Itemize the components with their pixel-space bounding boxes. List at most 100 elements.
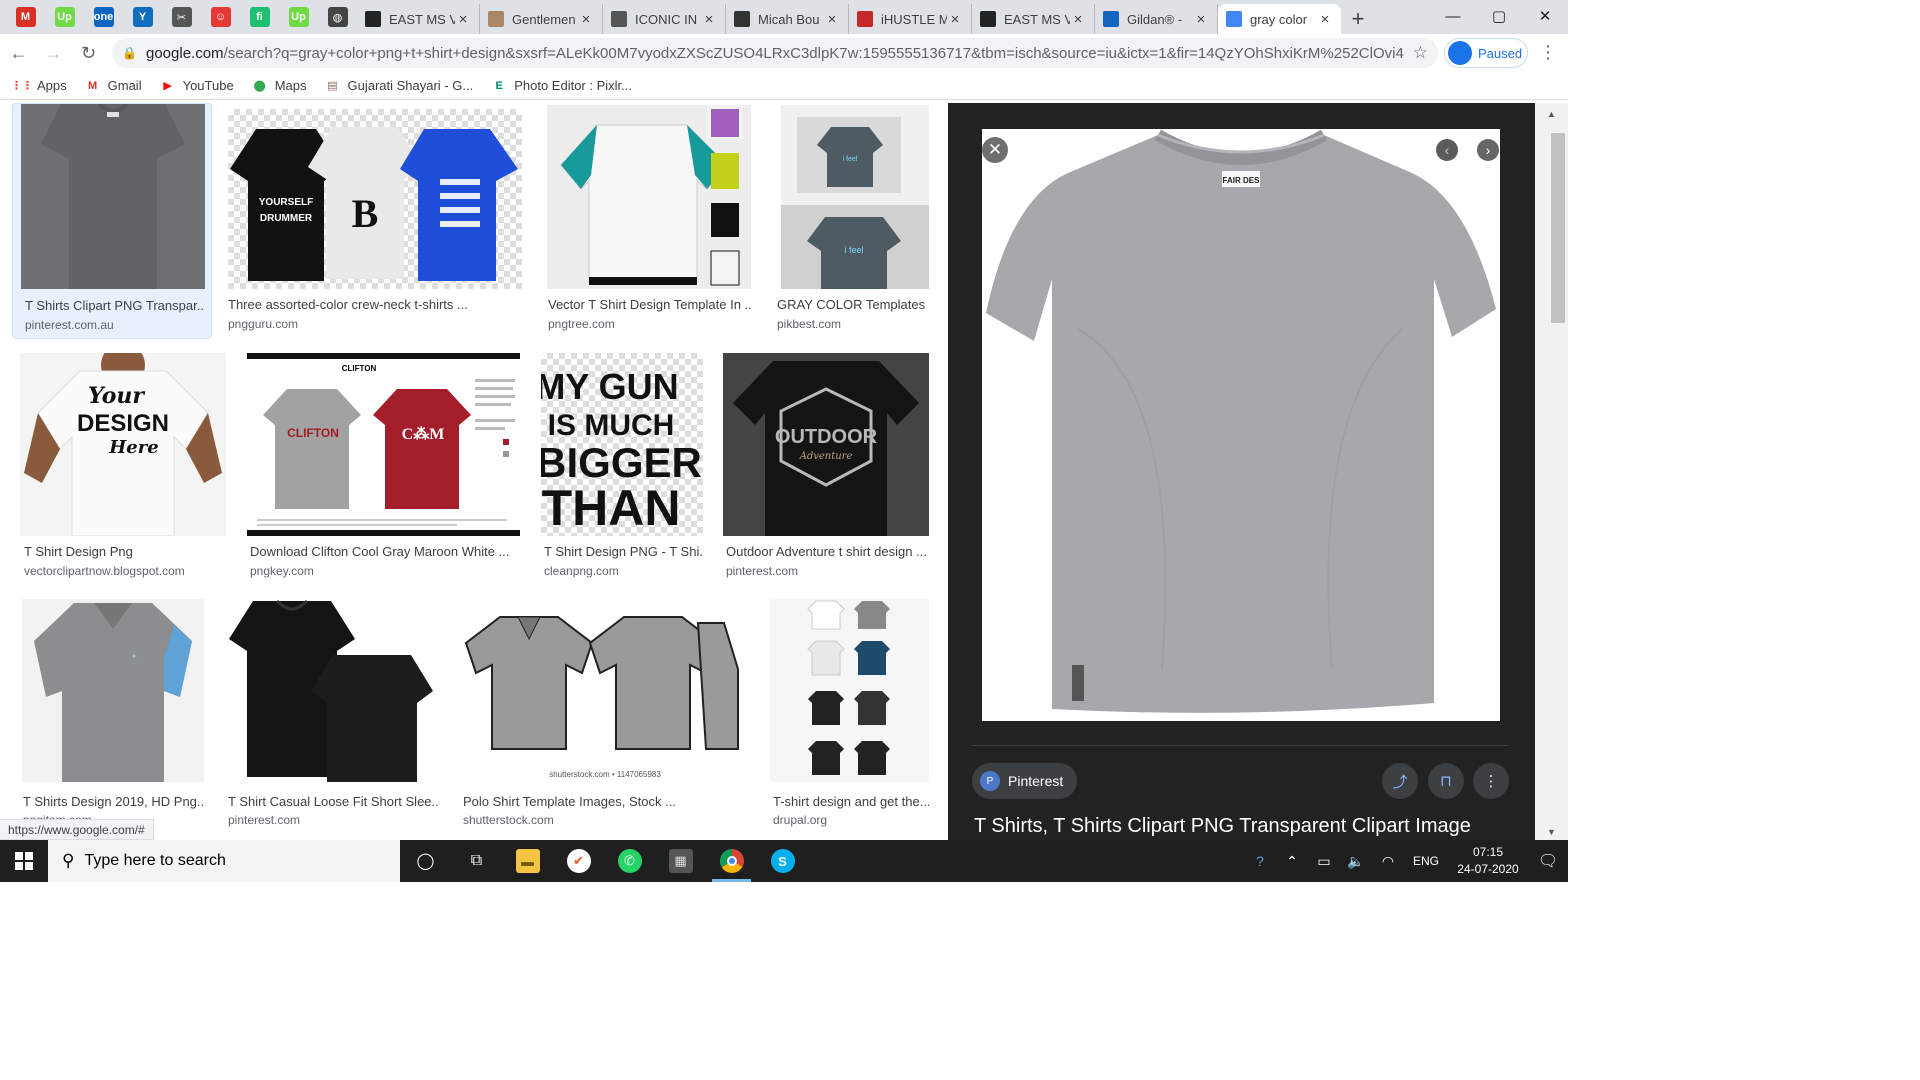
scrollbar-thumb[interactable] xyxy=(1551,133,1565,323)
result-source[interactable]: pikbest.com xyxy=(777,317,841,331)
share-icon[interactable]: ⤴ xyxy=(1382,763,1418,799)
next-image-button[interactable]: › xyxy=(1477,139,1499,161)
result-source[interactable]: pinterest.com.au xyxy=(25,318,114,332)
result-card[interactable]: T Shirt Casual Loose Fit Short Slee... p… xyxy=(225,599,439,831)
result-thumbnail[interactable] xyxy=(770,599,929,782)
pinned-tab[interactable]: Up xyxy=(279,0,318,34)
result-card[interactable]: T-shirt design and get the... drupal.org xyxy=(770,599,929,831)
pinned-tab[interactable]: ◍ xyxy=(318,0,357,34)
result-source[interactable]: cleanpng.com xyxy=(544,564,619,578)
source-chip[interactable]: P Pinterest xyxy=(972,763,1078,799)
result-title[interactable]: Outdoor Adventure t shirt design ... xyxy=(726,544,928,559)
tab-close-icon[interactable]: × xyxy=(1317,11,1333,28)
task-view-icon[interactable]: ⧉ xyxy=(451,840,502,882)
result-title[interactable]: GRAY COLOR Templates ... xyxy=(777,297,927,312)
pinned-tab[interactable]: ☺ xyxy=(201,0,240,34)
taskbar-clock[interactable]: 07:15 24-07-2020 xyxy=(1448,844,1528,878)
result-source[interactable]: pngtree.com xyxy=(548,317,615,331)
pinned-tab[interactable]: Up xyxy=(45,0,84,34)
show-hidden-icons-chevron-icon[interactable]: ⌃ xyxy=(1276,853,1308,870)
bookmark-item[interactable]: ⋮⋮ Apps xyxy=(11,78,67,94)
volume-icon[interactable]: 🔈 xyxy=(1340,853,1372,870)
result-card[interactable]: MY GUN IS MUCH BIGGER THAN T Shirt Desig… xyxy=(541,353,703,585)
result-title[interactable]: T Shirt Design Png xyxy=(24,544,224,559)
maximize-button[interactable]: ▢ xyxy=(1476,0,1522,32)
result-thumbnail[interactable]: MY GUN IS MUCH BIGGER THAN xyxy=(541,353,703,536)
result-card[interactable]: CLIFTON CLIFTON C⁂M Download Clifton Coo… xyxy=(247,353,520,585)
tab-close-icon[interactable]: × xyxy=(947,11,963,28)
result-source[interactable]: pngkey.com xyxy=(250,564,314,578)
tab-close-icon[interactable]: × xyxy=(701,11,717,28)
chrome-icon[interactable] xyxy=(706,840,757,882)
result-title[interactable]: Polo Shirt Template Images, Stock ... xyxy=(463,794,749,809)
new-tab-button[interactable]: + xyxy=(1341,4,1375,34)
result-source[interactable]: pngguru.com xyxy=(228,317,298,331)
previous-image-button[interactable]: ‹ xyxy=(1436,139,1458,161)
result-thumbnail[interactable] xyxy=(225,599,439,782)
pinned-tab[interactable]: M xyxy=(6,0,45,34)
browser-menu-icon[interactable]: ⋮ xyxy=(1536,42,1560,63)
result-source[interactable]: pinterest.com xyxy=(228,813,300,827)
result-thumbnail[interactable] xyxy=(21,104,205,289)
checklist-app-icon[interactable]: ✔ xyxy=(553,840,604,882)
pinned-tab[interactable]: one xyxy=(84,0,123,34)
calculator-icon[interactable]: ▦ xyxy=(655,840,706,882)
cortana-icon[interactable]: ◯ xyxy=(400,840,451,882)
result-card[interactable]: YOURSELF DRUMMER B Three assorted-color … xyxy=(228,103,522,339)
result-title[interactable]: Three assorted-color crew-neck t-shirts … xyxy=(228,297,522,312)
reload-button[interactable]: ↻ xyxy=(72,38,105,68)
result-source[interactable]: pinterest.com xyxy=(726,564,798,578)
close-preview-button[interactable]: ✕ xyxy=(982,137,1008,163)
result-card[interactable]: Vector T Shirt Design Template In ... pn… xyxy=(547,103,752,339)
result-thumbnail[interactable]: CLIFTON CLIFTON C⁂M xyxy=(247,353,520,536)
result-card[interactable]: Your DESIGN Here T Shirt Design Png vect… xyxy=(20,353,226,585)
tab-close-icon[interactable]: × xyxy=(824,11,840,28)
tab-close-icon[interactable]: × xyxy=(1193,11,1209,28)
browser-tab[interactable]: gray color × xyxy=(1218,4,1341,34)
result-thumbnail[interactable]: OUTDOOR Adventure xyxy=(723,353,929,536)
save-bookmark-icon[interactable]: ⊓ xyxy=(1428,763,1464,799)
result-thumbnail[interactable]: ✦ xyxy=(22,599,204,782)
file-explorer-icon[interactable]: ▬ xyxy=(502,840,553,882)
browser-tab[interactable]: Micah Bou × xyxy=(726,4,849,34)
pinned-tab[interactable]: fi xyxy=(240,0,279,34)
result-card[interactable]: shutterstock.com • 1147065983 Polo Shirt… xyxy=(460,599,750,831)
result-card[interactable]: i feel i feel GRAY COLOR Templates ... p… xyxy=(777,103,929,339)
windows-start-button[interactable] xyxy=(0,840,48,882)
result-source[interactable]: drupal.org xyxy=(773,813,827,827)
browser-tab[interactable]: iHUSTLE M × xyxy=(849,4,972,34)
tab-close-icon[interactable]: × xyxy=(578,11,594,28)
result-thumbnail[interactable]: YOURSELF DRUMMER B xyxy=(228,109,522,289)
bookmark-item[interactable]: M Gmail xyxy=(85,78,142,94)
wifi-icon[interactable]: ◠ xyxy=(1372,853,1404,870)
battery-icon[interactable]: ▭ xyxy=(1308,853,1340,870)
pinned-tab[interactable]: ✂ xyxy=(162,0,201,34)
result-title[interactable]: T Shirts Design 2019, HD Png... xyxy=(23,794,203,809)
result-thumbnail[interactable] xyxy=(547,105,751,289)
close-window-button[interactable]: ✕ xyxy=(1522,0,1568,32)
result-title[interactable]: T Shirts Clipart PNG Transpar... xyxy=(25,298,205,313)
browser-tab[interactable]: ICONIC IN × xyxy=(603,4,726,34)
browser-tab[interactable]: Gildan® - × xyxy=(1095,4,1218,34)
more-options-icon[interactable]: ⋮ xyxy=(1473,763,1509,799)
scroll-down-arrow-icon[interactable]: ▼ xyxy=(1535,827,1568,837)
preview-image[interactable]: FAIR DES xyxy=(982,129,1500,721)
profile-button[interactable]: Paused xyxy=(1444,38,1528,68)
result-title[interactable]: Vector T Shirt Design Template In ... xyxy=(548,297,752,312)
preview-title[interactable]: T Shirts, T Shirts Clipart PNG Transpare… xyxy=(974,815,1471,838)
result-card[interactable]: T Shirts Clipart PNG Transpar... pintere… xyxy=(12,103,212,339)
bookmark-item[interactable]: ⬤ Maps xyxy=(252,78,307,94)
result-title[interactable]: Download Clifton Cool Gray Maroon White … xyxy=(250,544,518,559)
tab-close-icon[interactable]: × xyxy=(1070,11,1086,28)
browser-tab[interactable]: Gentlemen × xyxy=(480,4,603,34)
bookmark-star-icon[interactable]: ☆ xyxy=(1413,43,1428,63)
result-source[interactable]: shutterstock.com xyxy=(463,813,554,827)
notifications-icon[interactable]: 🗨 xyxy=(1528,851,1568,871)
whatsapp-icon[interactable]: ✆ xyxy=(604,840,655,882)
bookmark-item[interactable]: ▶ YouTube xyxy=(160,78,233,94)
tab-close-icon[interactable]: × xyxy=(455,11,471,28)
result-title[interactable]: T Shirt Design PNG - T Shi... xyxy=(544,544,702,559)
scroll-up-arrow-icon[interactable]: ▲ xyxy=(1535,109,1568,119)
back-button[interactable]: ← xyxy=(2,38,35,68)
pinned-tab[interactable]: Y xyxy=(123,0,162,34)
